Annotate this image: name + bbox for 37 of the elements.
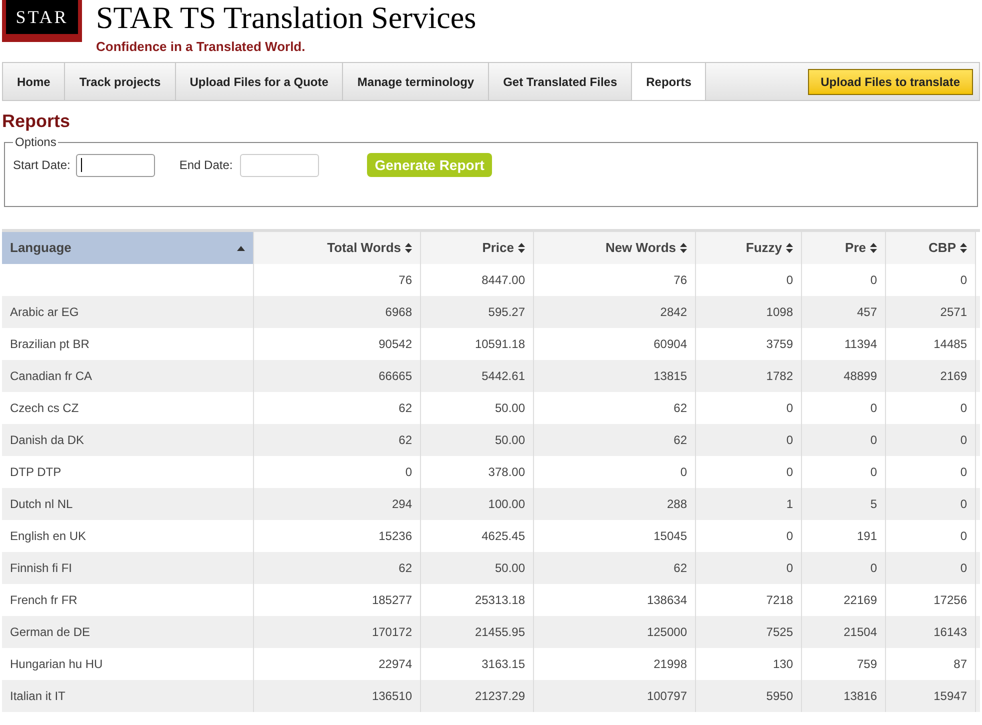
- page-title: Reports: [2, 110, 72, 132]
- sort-ascending-icon: [237, 246, 245, 250]
- column-header[interactable]: New Words: [534, 232, 696, 264]
- nav-tab[interactable]: Upload Files for a Quote: [176, 63, 344, 100]
- site-title: STAR TS Translation Services: [96, 0, 476, 36]
- column-header[interactable]: CBP: [886, 232, 976, 264]
- column-header[interactable]: Pre: [802, 232, 886, 264]
- text-cursor: [81, 158, 82, 172]
- table-cell: 15947: [886, 680, 976, 712]
- start-date-label: Start Date:: [13, 157, 70, 174]
- upload-files-button[interactable]: Upload Files to translate: [808, 68, 973, 94]
- sort-icon: [960, 243, 967, 253]
- nav-tab[interactable]: Reports: [632, 63, 706, 100]
- end-date-label: End Date:: [179, 157, 233, 174]
- column-header[interactable]: Price: [421, 232, 534, 264]
- start-date-field[interactable]: [76, 154, 156, 176]
- column-header[interactable]: Total Words: [254, 232, 421, 264]
- table-cell: 100797: [534, 680, 696, 712]
- site-tagline: Confidence in a Translated World.: [96, 38, 306, 56]
- sort-icon: [405, 243, 412, 253]
- table-cell: Italian it IT: [2, 680, 254, 712]
- sort-icon: [518, 243, 525, 253]
- column-header[interactable]: Fuzzy: [696, 232, 802, 264]
- nav-tab[interactable]: Manage terminology: [343, 63, 490, 100]
- table-cell: 21237.29: [421, 680, 534, 712]
- options-legend: Options: [13, 133, 58, 151]
- table-cell: 136510: [254, 680, 421, 712]
- sort-icon: [870, 243, 877, 253]
- table-cell: 13816: [802, 680, 886, 712]
- table-cell: 5950: [696, 680, 802, 712]
- nav-tab[interactable]: Home: [3, 63, 66, 100]
- end-date-field[interactable]: [240, 154, 319, 176]
- nav-tab[interactable]: Track projects: [65, 63, 176, 100]
- column-header[interactable]: Language: [2, 232, 254, 264]
- sort-icon: [680, 243, 687, 253]
- logo-text: STAR: [6, 0, 78, 34]
- sort-icon: [786, 243, 793, 253]
